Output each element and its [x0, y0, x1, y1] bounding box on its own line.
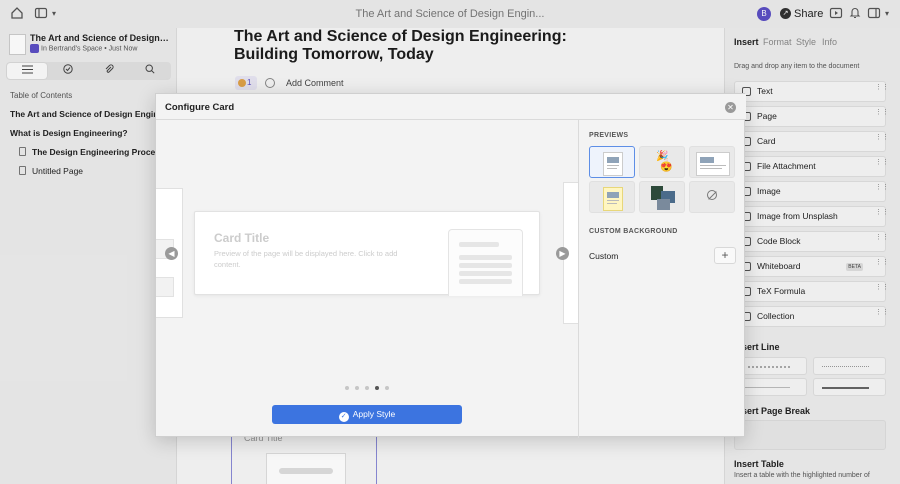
add-background-button[interactable]: + — [714, 247, 736, 264]
preview-style-photo-collage[interactable] — [639, 181, 685, 213]
preview-style-none[interactable] — [689, 181, 735, 213]
preview-style-emoji[interactable]: 🎉 😍 — [639, 146, 685, 178]
preview-style-page[interactable] — [589, 146, 635, 178]
previous-arrow-icon[interactable]: ◀ — [165, 247, 178, 260]
next-arrow-icon[interactable]: ▶ — [556, 247, 569, 260]
card-preview-thumbnail — [448, 229, 523, 296]
custom-background-label: Custom — [589, 251, 619, 261]
card-preview-description: Preview of the page will be displayed he… — [214, 249, 398, 269]
close-icon[interactable]: ✕ — [725, 102, 736, 113]
party-icon: 🎉 — [656, 151, 669, 162]
pager-dot-active[interactable] — [375, 386, 379, 390]
plus-icon: + — [721, 248, 729, 262]
preview-style-sticky-note[interactable] — [589, 181, 635, 213]
apply-style-button[interactable]: ✓ Apply Style — [272, 405, 462, 424]
pager-dot[interactable] — [355, 386, 359, 390]
checkmark-icon: ✓ — [338, 412, 349, 422]
configure-card-dialog: Configure Card ✕ Card Title Preview of t… — [155, 93, 746, 438]
custom-background-heading: CUSTOM BACKGROUND — [589, 228, 678, 235]
pager-dot[interactable] — [365, 386, 369, 390]
no-preview-icon — [707, 190, 717, 200]
previews-heading: PREVIEWS — [589, 132, 629, 139]
dialog-title: Configure Card — [165, 102, 235, 113]
preview-style-wide-page[interactable] — [689, 146, 735, 178]
card-options-panel: PREVIEWS 🎉 😍 CUSTOM BACKGROUND Custom + — [578, 120, 746, 438]
pager-dot[interactable] — [385, 386, 389, 390]
card-style-carousel: Card Title Preview of the page will be d… — [156, 120, 578, 438]
pager-dot[interactable] — [345, 386, 349, 390]
card-preview: Card Title Preview of the page will be d… — [194, 211, 540, 296]
photo-icon — [657, 199, 670, 210]
dialog-header: Configure Card ✕ — [156, 94, 746, 120]
smile-icon: 😍 — [660, 162, 673, 173]
card-preview-title: Card Title — [214, 231, 270, 245]
